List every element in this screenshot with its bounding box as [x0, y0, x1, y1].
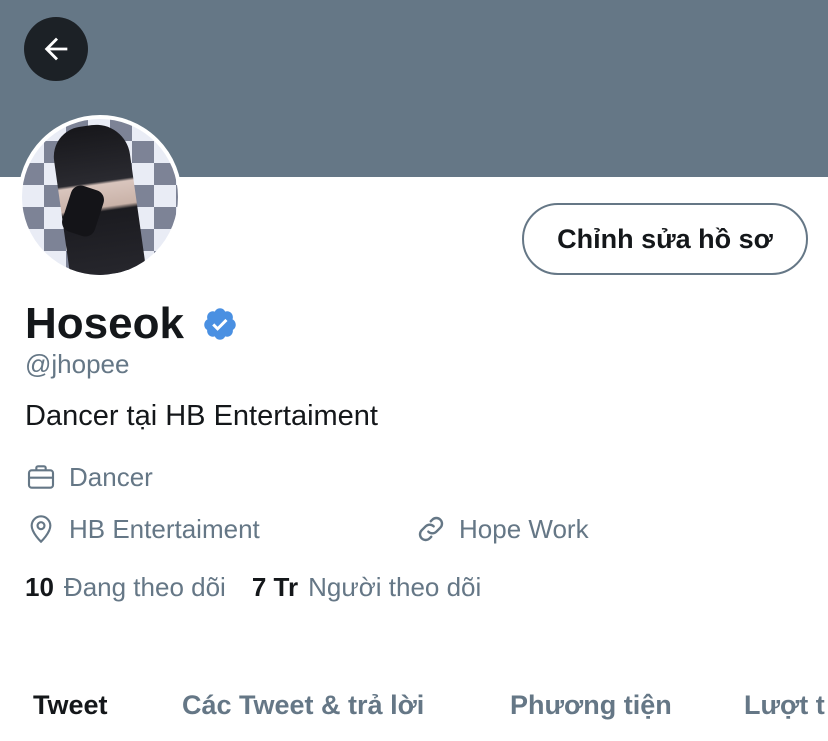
- tab-likes[interactable]: Lượt t: [744, 690, 825, 721]
- location-pin-icon: [30, 515, 52, 544]
- back-button[interactable]: [24, 17, 88, 81]
- followers-label: Người theo dõi: [308, 572, 482, 602]
- profile-website-text[interactable]: Hope Work: [459, 514, 589, 545]
- profile-tabs: Tweet Các Tweet & trả lời Phương tiện Lư…: [0, 680, 828, 741]
- profile-job: Dancer: [25, 461, 153, 493]
- profile-job-text: Dancer: [69, 461, 153, 492]
- tab-tweets[interactable]: Tweet: [33, 690, 108, 721]
- profile-handle: @jhopee: [25, 349, 130, 379]
- followers-count: 7 Tr: [251, 572, 299, 602]
- tab-media[interactable]: Phương tiện: [510, 690, 672, 721]
- profile-bio: Dancer tại HB Entertaiment: [25, 400, 378, 432]
- profile-name: Hoseok: [25, 299, 184, 348]
- edit-profile-button[interactable]: Chỉnh sửa hồ sơ: [522, 203, 808, 275]
- following-stat[interactable]: 10 Đang theo dõi: [25, 572, 226, 603]
- link-icon: [418, 516, 444, 542]
- profile-location: HB Entertaiment: [25, 513, 260, 545]
- profile-avatar[interactable]: [18, 115, 182, 279]
- following-count: 10: [25, 572, 54, 602]
- verified-badge-icon: [204, 308, 236, 340]
- follow-stats: 10 Đang theo dõi 7 Tr Người theo dõi: [25, 572, 481, 603]
- followers-stat[interactable]: 7 Tr Người theo dõi: [252, 572, 481, 603]
- name-row: Hoseok: [25, 298, 238, 350]
- following-label: Đang theo dõi: [63, 572, 226, 602]
- profile-website[interactable]: Hope Work: [415, 513, 589, 545]
- arrow-left-icon: [44, 37, 68, 61]
- profile-location-text: HB Entertaiment: [69, 513, 260, 544]
- briefcase-icon: [27, 465, 55, 489]
- tab-tweets-and-replies[interactable]: Các Tweet & trả lời: [182, 690, 424, 721]
